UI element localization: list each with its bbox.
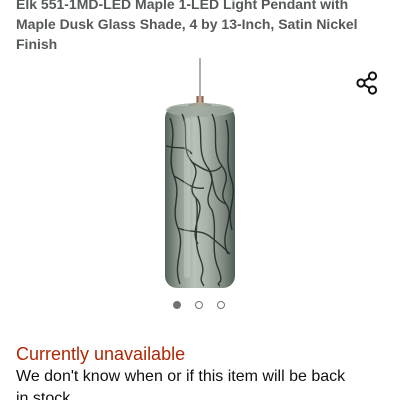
product-title-line-2: Maple Dusk Glass Shade, 4 by 13-Inch, Sa… — [16, 16, 358, 32]
pendant-light-image[interactable] — [100, 58, 300, 294]
share-icon — [356, 71, 378, 95]
product-title-line-3: Finish — [16, 36, 58, 52]
stock-note: We don't know when or if this item will … — [16, 366, 388, 400]
gallery-dot-3[interactable] — [217, 301, 225, 309]
gallery-pagination — [170, 300, 234, 314]
share-button[interactable] — [352, 68, 382, 98]
product-detail-page: Elk 551-1MD-LED Maple 1-LED Light Pendan… — [0, 0, 400, 400]
product-image-gallery[interactable] — [100, 58, 300, 294]
gallery-dot-1[interactable] — [173, 301, 181, 309]
product-title-line-1: Elk 551-1MD-LED Maple 1-LED Light Pendan… — [16, 0, 349, 12]
product-title: Elk 551-1MD-LED Maple 1-LED Light Pendan… — [16, 0, 386, 54]
availability-status: Currently unavailable — [16, 344, 186, 364]
stock-note-line-2: in stock. — [16, 390, 75, 400]
stock-note-line-1: We don't know when or if this item will … — [16, 368, 346, 385]
gallery-dot-2[interactable] — [195, 301, 203, 309]
